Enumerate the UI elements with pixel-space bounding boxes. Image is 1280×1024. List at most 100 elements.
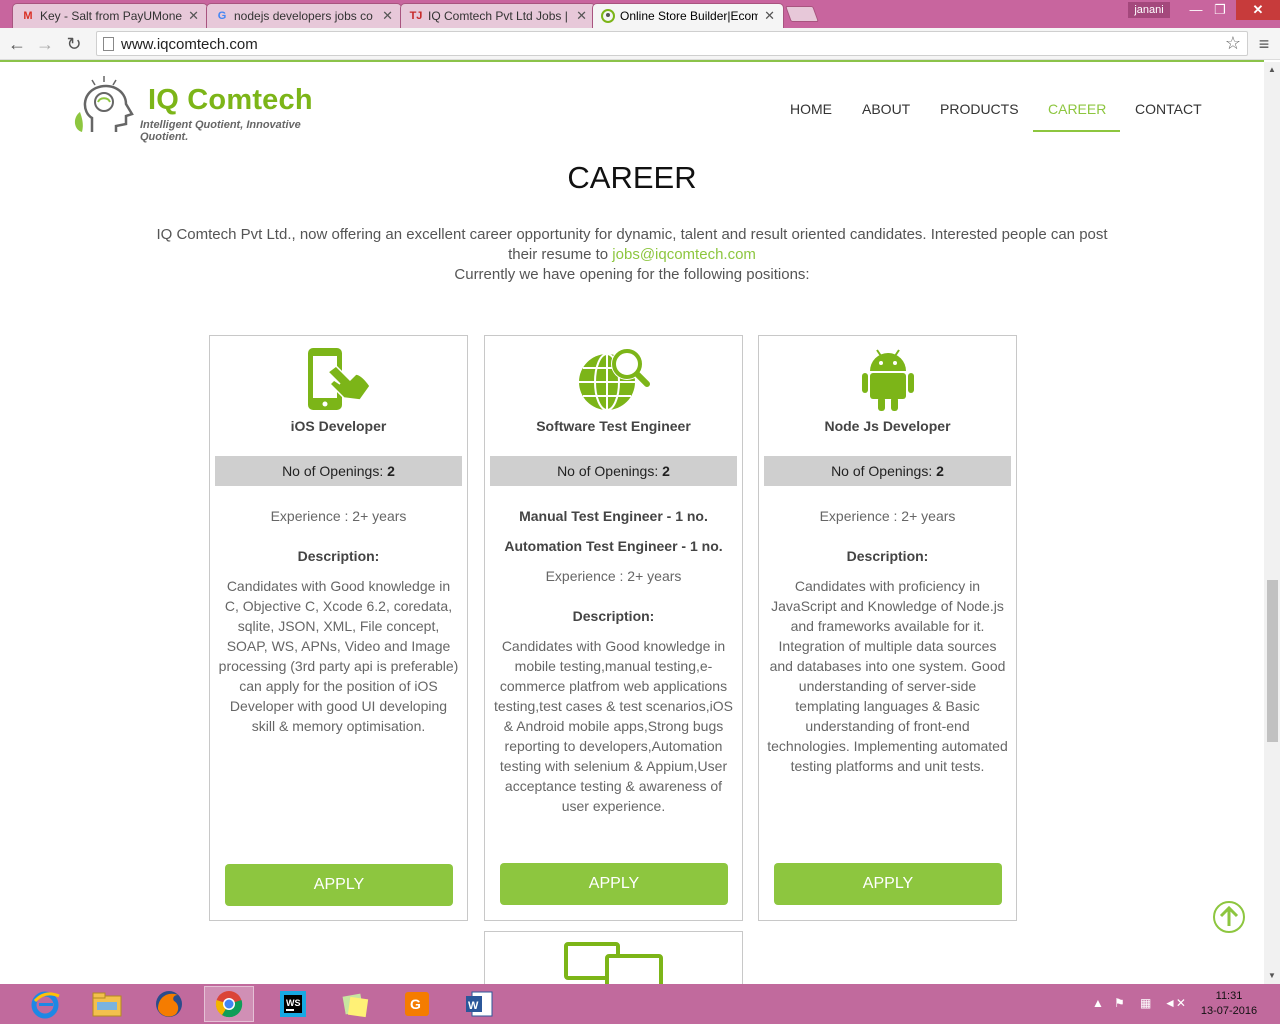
- nav-products[interactable]: PRODUCTS: [940, 101, 1019, 117]
- close-icon[interactable]: ✕: [576, 8, 587, 24]
- loading-bar: [0, 60, 1264, 62]
- scroll-down-icon[interactable]: ▼: [1264, 968, 1280, 984]
- nav-home[interactable]: HOME: [790, 101, 832, 117]
- browser-titlebar: M Key - Salt from PayUMone ✕ G nodejs de…: [0, 0, 1280, 28]
- experience-text: Experience : 2+ years: [270, 508, 407, 524]
- close-icon[interactable]: ✕: [764, 8, 775, 24]
- file-explorer-icon[interactable]: [82, 986, 132, 1022]
- role-automation: Automation Test Engineer - 1 no.: [504, 538, 723, 554]
- job-card-ios: iOS Developer No of Openings: 2 Experien…: [209, 335, 468, 921]
- firefox-icon[interactable]: [144, 986, 194, 1022]
- tray-overflow-icon[interactable]: ▲: [1092, 996, 1104, 1024]
- close-icon[interactable]: ✕: [188, 8, 199, 24]
- apply-button[interactable]: APPLY: [500, 863, 728, 905]
- job-title: Node Js Developer: [824, 418, 951, 434]
- openings-count: 2: [387, 463, 395, 479]
- openings-count: 2: [662, 463, 670, 479]
- word-icon[interactable]: W: [454, 986, 504, 1022]
- tab-label: nodejs developers jobs co: [234, 9, 373, 23]
- scroll-to-top-button[interactable]: [1213, 901, 1245, 933]
- job-title: iOS Developer: [290, 418, 387, 434]
- chrome-icon[interactable]: [204, 986, 254, 1022]
- nav-about[interactable]: ABOUT: [862, 101, 910, 117]
- role-manual: Manual Test Engineer - 1 no.: [519, 508, 708, 524]
- iq-comtech-icon: [601, 9, 615, 23]
- job-description: Candidates with proficiency in JavaScrip…: [767, 578, 1008, 774]
- vertical-scrollbar[interactable]: ▲ ▼: [1264, 62, 1280, 984]
- mobile-touch-icon: [210, 344, 467, 412]
- gmail-icon: M: [23, 10, 33, 22]
- foxit-pdf-icon[interactable]: G: [392, 986, 442, 1022]
- system-clock[interactable]: 11:31 13-07-2016: [1196, 989, 1262, 1019]
- openings-count: 2: [936, 463, 944, 479]
- job-description: Candidates with Good knowledge in C, Obj…: [218, 578, 459, 734]
- browser-tab-3[interactable]: TJ IQ Comtech Pvt Ltd Jobs | ✕: [400, 3, 596, 28]
- apply-button[interactable]: APPLY: [225, 864, 453, 906]
- url-input[interactable]: [121, 34, 1201, 54]
- svg-text:WS: WS: [286, 998, 301, 1008]
- job-description: Candidates with Good knowledge in mobile…: [494, 638, 733, 814]
- timesjobs-icon: TJ: [409, 10, 423, 22]
- forward-icon[interactable]: →: [33, 32, 57, 56]
- network-icon[interactable]: ▦: [1140, 996, 1151, 1024]
- restore-icon[interactable]: ❐: [1208, 0, 1232, 20]
- google-icon: G: [217, 10, 227, 22]
- job-title: Software Test Engineer: [536, 418, 691, 434]
- scroll-up-icon[interactable]: ▲: [1264, 62, 1280, 78]
- user-badge[interactable]: janani: [1128, 2, 1170, 18]
- chrome-menu-icon[interactable]: ≡: [1254, 32, 1274, 56]
- browser-tab-2[interactable]: G nodejs developers jobs co ✕: [206, 3, 402, 28]
- experience-text: Experience : 2+ years: [819, 508, 956, 524]
- svg-text:W: W: [468, 1000, 479, 1012]
- android-icon: [759, 344, 1016, 412]
- intro-positions-text: Currently we have opening for the follow…: [454, 266, 810, 283]
- brand-name: IQ Comtech: [148, 84, 313, 116]
- new-tab-button[interactable]: [785, 6, 819, 22]
- job-card-test-engineer: Software Test Engineer No of Openings: 2…: [484, 335, 743, 921]
- tab-label: Online Store Builder|Ecom: [620, 9, 759, 23]
- openings-label: No of Openings:: [557, 463, 659, 479]
- browser-toolbar: ← → ↻ ☆ ≡: [0, 28, 1280, 60]
- job-card-nodejs: Node Js Developer No of Openings: 2 Expe…: [758, 335, 1017, 921]
- description-heading: Description:: [846, 548, 929, 564]
- page-title: CAREER: [567, 160, 697, 195]
- webstorm-icon[interactable]: WS: [268, 986, 318, 1022]
- job-card-partial: [484, 931, 743, 991]
- browser-tab-1[interactable]: M Key - Salt from PayUMone ✕: [12, 3, 208, 28]
- monitor-devices-icon: [564, 942, 663, 991]
- brain-head-icon: [74, 76, 134, 132]
- page-icon: [103, 37, 114, 51]
- address-bar[interactable]: ☆: [96, 31, 1248, 56]
- minimize-icon[interactable]: —: [1184, 0, 1208, 20]
- bookmark-star-icon[interactable]: ☆: [1225, 33, 1241, 54]
- openings-bar: No of Openings: 2: [490, 456, 737, 486]
- action-center-icon[interactable]: ⚑: [1114, 996, 1125, 1024]
- internet-explorer-icon[interactable]: [20, 986, 70, 1022]
- tab-label: IQ Comtech Pvt Ltd Jobs |: [428, 9, 568, 23]
- apply-button[interactable]: APPLY: [774, 863, 1002, 905]
- active-nav-underline: [1033, 130, 1120, 132]
- scrollbar-thumb[interactable]: [1267, 580, 1278, 742]
- clock-time: 11:31: [1215, 990, 1243, 1002]
- experience-text: Experience : 2+ years: [545, 568, 682, 584]
- tab-label: Key - Salt from PayUMone: [40, 9, 183, 23]
- sticky-notes-icon[interactable]: [330, 986, 380, 1022]
- globe-search-icon: [485, 344, 742, 412]
- nav-career[interactable]: CAREER: [1048, 101, 1106, 117]
- back-icon[interactable]: ←: [5, 32, 29, 56]
- brand-tagline: Intelligent Quotient, Innovative Quotien…: [140, 119, 301, 143]
- nav-contact[interactable]: CONTACT: [1135, 101, 1202, 117]
- site-logo[interactable]: IQ Comtech Intelligent Quotient, Innovat…: [70, 72, 330, 143]
- close-icon[interactable]: ✕: [382, 8, 393, 24]
- openings-bar: No of Openings: 2: [215, 456, 462, 486]
- window-close-icon[interactable]: ✕: [1236, 0, 1280, 20]
- reload-icon[interactable]: ↻: [62, 32, 86, 56]
- openings-label: No of Openings:: [831, 463, 933, 479]
- volume-muted-icon[interactable]: ◄✕: [1164, 996, 1186, 1024]
- openings-label: No of Openings:: [282, 463, 384, 479]
- description-heading: Description:: [572, 608, 655, 624]
- svg-text:G: G: [410, 996, 421, 1012]
- description-heading: Description:: [297, 548, 380, 564]
- jobs-email-link[interactable]: jobs@iqcomtech.com: [612, 246, 756, 263]
- browser-tab-4[interactable]: Online Store Builder|Ecom ✕: [592, 3, 784, 28]
